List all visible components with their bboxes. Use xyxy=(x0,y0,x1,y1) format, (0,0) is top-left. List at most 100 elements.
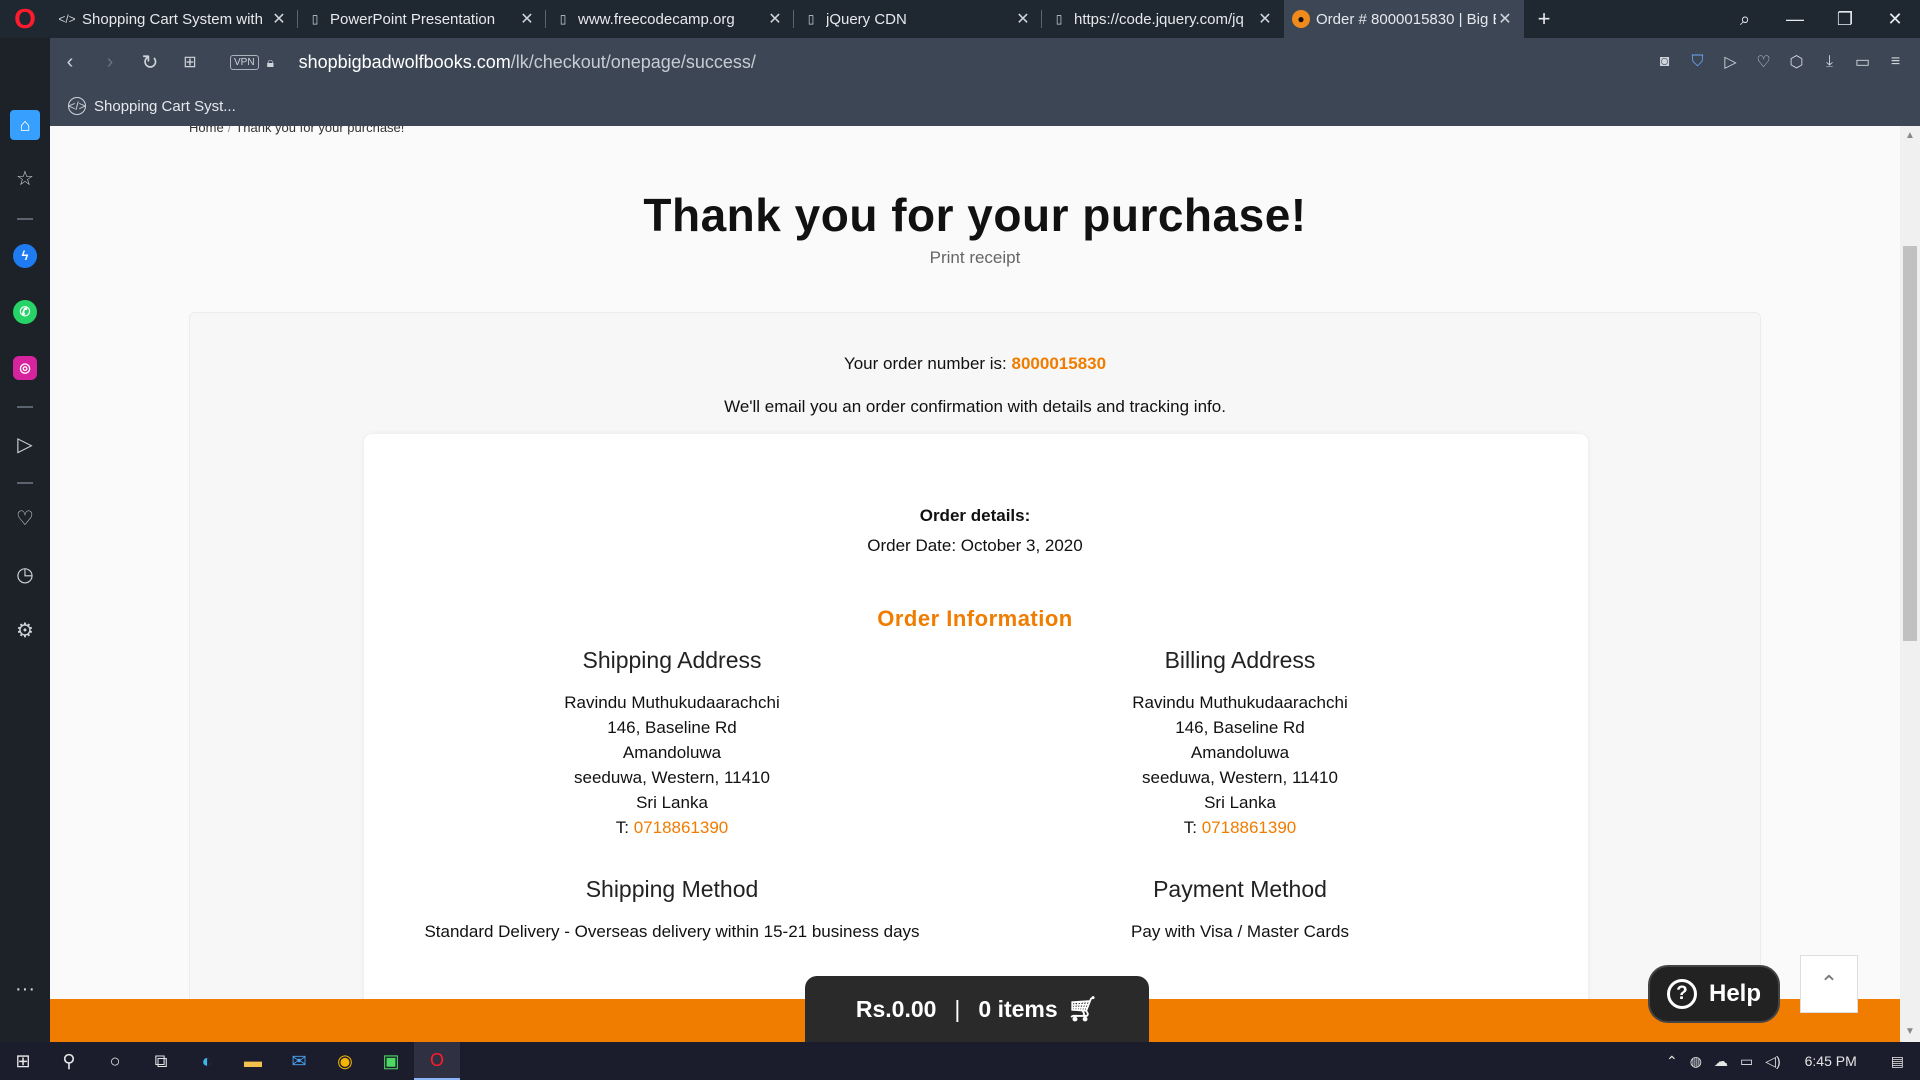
code-icon: </> xyxy=(58,12,76,26)
order-details-heading: Order details: xyxy=(919,506,1031,525)
url-field[interactable]: shopbigbadwolfbooks.com/lk/checkout/onep… xyxy=(299,52,756,73)
scroll-down-arrow-icon[interactable]: ▼ xyxy=(1900,1022,1920,1042)
url-path: /lk/checkout/onepage/success/ xyxy=(510,51,756,72)
bookmark-shopping-cart[interactable]: Shopping Cart Syst... xyxy=(94,98,236,115)
tabs-grid-icon[interactable]: ⊞ xyxy=(170,52,210,72)
heart-icon[interactable]: ♡ xyxy=(1747,52,1780,72)
shipping-phone-link[interactable]: 0718861390 xyxy=(634,818,729,837)
reload-icon[interactable]: ↻ xyxy=(130,50,170,75)
gear-icon[interactable]: ⚙ xyxy=(0,618,50,643)
vpn-badge[interactable]: VPN xyxy=(230,54,259,70)
chrome-icon[interactable]: ◉ xyxy=(322,1042,368,1080)
download-icon[interactable]: ⤓ xyxy=(1813,53,1846,71)
new-tab-button[interactable]: + xyxy=(1524,6,1564,32)
home-icon[interactable]: ⌂ xyxy=(0,110,50,140)
close-icon[interactable]: ✕ xyxy=(766,9,784,29)
billing-phone-link[interactable]: 0718861390 xyxy=(1202,818,1297,837)
speaker-icon[interactable]: ◁) xyxy=(1759,1053,1786,1070)
shipping-method-title: Shipping Method xyxy=(585,876,759,902)
messenger-icon[interactable]: ϟ xyxy=(0,244,50,268)
history-icon[interactable]: ◷ xyxy=(0,562,50,587)
address-bar: ‹ › ↻ ⊞ VPN 🔒︎ shopbigbadwolfbooks.com/l… xyxy=(50,38,1920,86)
heart-icon[interactable]: ♡ xyxy=(0,506,50,531)
globe-icon[interactable]: ◍ xyxy=(1684,1053,1708,1070)
shipping-name: Ravindu Muthukudaarachchi xyxy=(564,693,780,712)
billing-region: seeduwa, Western, 11410 xyxy=(1142,768,1338,787)
mail-icon[interactable]: ✉ xyxy=(276,1042,322,1080)
window-controls: ⌕ — ❐ ✕ xyxy=(1720,0,1920,38)
shipping-city: Amandoluwa xyxy=(622,743,722,762)
dreamweaver-icon[interactable]: ▣ xyxy=(368,1042,414,1080)
sidebar-divider xyxy=(0,218,50,220)
send-icon[interactable]: ▷ xyxy=(1714,52,1747,72)
search-icon[interactable]: ⚲ xyxy=(46,1042,92,1080)
opera-taskbar-icon[interactable]: O xyxy=(414,1042,460,1080)
page-icon: ▯ xyxy=(1055,12,1063,26)
windows-start-icon[interactable]: ⊞ xyxy=(0,1042,46,1080)
battery-icon[interactable]: ▭ xyxy=(1734,1053,1759,1070)
minimize-icon[interactable]: — xyxy=(1770,9,1820,30)
windows-taskbar: ⊞ ⚲ ○ ⧉ ◐ ▬ ✉ ◉ ▣ O ⌃ ◍ ☁ ▭ ◁) 6:45 PM ▤ xyxy=(0,1042,1920,1080)
close-icon[interactable]: ✕ xyxy=(1014,9,1032,29)
page-scrollbar[interactable]: ▲ ▼ xyxy=(1900,126,1920,1042)
billing-phone-line: T: 0718861390 xyxy=(960,815,1520,840)
help-label: Help xyxy=(1708,980,1761,1007)
chevron-up-icon[interactable]: ⌃ xyxy=(1660,1053,1684,1070)
camera-icon[interactable]: ◙ xyxy=(1648,53,1681,71)
file-explorer-icon[interactable]: ▬ xyxy=(230,1042,276,1080)
breadcrumb-separator: / xyxy=(227,126,232,135)
notification-icon[interactable]: ▤ xyxy=(1875,1053,1920,1070)
tab-jquery-cdn[interactable]: ▯ jQuery CDN ✕ xyxy=(794,0,1042,38)
close-window-icon[interactable]: ✕ xyxy=(1870,9,1920,30)
help-button[interactable]: ? Help xyxy=(1648,965,1780,1023)
battery-icon[interactable]: ▭ xyxy=(1846,52,1879,72)
page-content: Home / Thank you for your purchase! Thank … xyxy=(50,126,1900,1042)
close-icon[interactable]: ✕ xyxy=(270,9,288,29)
lock-icon[interactable]: 🔒︎ xyxy=(267,54,287,71)
close-icon[interactable]: ✕ xyxy=(1256,9,1274,29)
order-date: Order Date: October 3, 2020 xyxy=(867,536,1083,555)
cart-total: Rs.0.00 xyxy=(855,995,937,1022)
wolf-icon: ● xyxy=(1292,10,1310,28)
shield-icon[interactable]: ⛉ xyxy=(1681,53,1714,71)
tab-title: PowerPoint Presentation xyxy=(330,10,496,28)
restore-icon[interactable]: ❐ xyxy=(1820,9,1870,30)
more-icon[interactable]: ··· xyxy=(0,978,50,1001)
forward-icon[interactable]: › xyxy=(90,51,130,74)
tab-code-jquery[interactable]: ▯ https://code.jquery.com/jq ✕ xyxy=(1042,0,1284,38)
whatsapp-icon[interactable]: ✆ xyxy=(0,300,50,324)
clock-time[interactable]: 6:45 PM xyxy=(1787,1053,1875,1069)
back-icon[interactable]: ‹ xyxy=(50,51,90,74)
cube-icon[interactable]: ⬡ xyxy=(1780,52,1813,72)
opera-logo-icon[interactable]: O xyxy=(0,0,50,38)
close-icon[interactable]: ✕ xyxy=(518,9,536,29)
mini-cart-button[interactable]: Rs.0.00 | 0 items 🛒︎ xyxy=(805,976,1149,1042)
page-title: Thank you for your purchase! xyxy=(643,189,1307,241)
cortana-icon[interactable]: ○ xyxy=(92,1042,138,1080)
scroll-up-arrow-icon[interactable]: ▲ xyxy=(1900,126,1920,146)
order-number-link[interactable]: 8000015830 xyxy=(1012,354,1107,373)
shipping-address-title: Shipping Address xyxy=(582,647,762,673)
breadcrumb: Home / Thank you for your purchase! xyxy=(189,126,404,135)
menu-icon[interactable]: ≡ xyxy=(1879,53,1912,71)
send-icon[interactable]: ▷ xyxy=(0,432,50,457)
task-view-icon[interactable]: ⧉ xyxy=(138,1042,184,1080)
star-icon[interactable]: ☆ xyxy=(0,166,50,191)
breadcrumb-home[interactable]: Home xyxy=(189,126,224,135)
close-icon[interactable]: ✕ xyxy=(1496,9,1514,29)
scroll-to-top-button[interactable]: ⌃ xyxy=(1800,955,1858,1013)
tab-order-active[interactable]: ● Order # 8000015830 | Big B ✕ xyxy=(1284,0,1524,38)
scrollbar-thumb[interactable] xyxy=(1903,246,1917,641)
tab-powerpoint[interactable]: ▯ PowerPoint Presentation ✕ xyxy=(298,0,546,38)
tab-title: https://code.jquery.com/jq xyxy=(1074,10,1244,28)
cloud-icon[interactable]: ☁ xyxy=(1708,1053,1734,1070)
tab-freecodecamp[interactable]: ▯ www.freecodecamp.org ✕ xyxy=(546,0,794,38)
instagram-icon[interactable]: ◎ xyxy=(0,356,50,380)
print-receipt-link[interactable]: Print receipt xyxy=(50,248,1900,268)
search-icon[interactable]: ⌕ xyxy=(1720,9,1770,30)
shipping-street: 146, Baseline Rd xyxy=(607,718,737,737)
edge-icon[interactable]: ◐ xyxy=(184,1042,230,1080)
tab-shopping-cart[interactable]: </> Shopping Cart System with ✕ xyxy=(50,0,298,38)
billing-country: Sri Lanka xyxy=(1204,793,1276,812)
shipping-phone-line: T: 0718861390 xyxy=(392,815,952,840)
